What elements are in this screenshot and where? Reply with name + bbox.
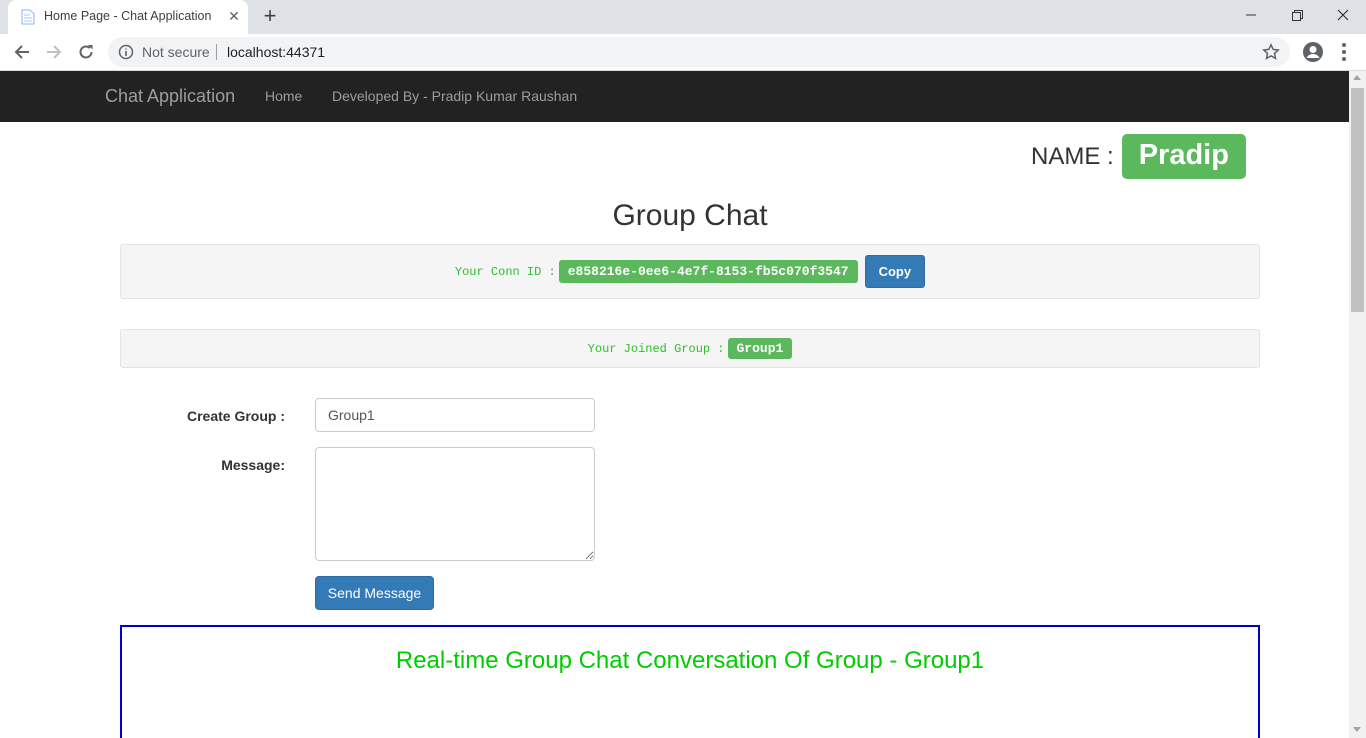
- profile-icon[interactable]: [1302, 41, 1324, 63]
- close-window-icon[interactable]: [1320, 0, 1366, 30]
- reload-icon[interactable]: [74, 40, 98, 64]
- message-label: Message:: [221, 457, 285, 473]
- user-name-badge: Pradip: [1121, 134, 1246, 179]
- minimize-icon[interactable]: [1228, 0, 1274, 30]
- user-name-row: NAME : Pradip: [1031, 133, 1246, 180]
- back-arrow-icon[interactable]: [10, 40, 34, 64]
- url-text[interactable]: localhost:44371: [227, 44, 325, 60]
- page-title: Group Chat: [612, 199, 768, 232]
- nav-link-developer[interactable]: Developed By - Pradip Kumar Raushan: [332, 88, 577, 104]
- browser-tab[interactable]: Home Page - Chat Application ✕: [8, 0, 248, 34]
- page-viewport: Chat Application Home Developed By - Pra…: [0, 71, 1349, 738]
- forward-arrow-icon[interactable]: [42, 40, 66, 64]
- joined-group-panel: Your Joined Group : Group1: [120, 329, 1260, 368]
- send-message-button[interactable]: Send Message: [315, 576, 434, 610]
- name-label: NAME :: [1031, 142, 1114, 170]
- nav-link-home[interactable]: Home: [265, 88, 302, 104]
- navbar: Chat Application Home Developed By - Pra…: [0, 71, 1349, 122]
- conversation-panel: Real-time Group Chat Conversation Of Gro…: [120, 625, 1260, 738]
- close-tab-icon[interactable]: ✕: [226, 8, 242, 24]
- restore-icon[interactable]: [1274, 0, 1320, 30]
- scrollbar-thumb[interactable]: [1351, 88, 1364, 312]
- page-icon: [21, 9, 35, 25]
- new-tab-icon[interactable]: +: [258, 5, 282, 29]
- create-group-label: Create Group :: [186, 408, 285, 424]
- tab-title: Home Page - Chat Application: [44, 9, 212, 23]
- connection-id-panel: Your Conn ID : e858216e-0ee6-4e7f-8153-f…: [120, 244, 1260, 299]
- browser-tabstrip: Home Page - Chat Application ✕ +: [0, 0, 1366, 34]
- scroll-down-arrow-icon[interactable]: [1353, 727, 1361, 732]
- security-label: Not secure: [142, 44, 210, 60]
- joined-group-label: Your Joined Group :: [587, 341, 725, 356]
- message-textarea[interactable]: [315, 447, 595, 561]
- connection-id-label: Your Conn ID :: [454, 264, 556, 279]
- create-group-input[interactable]: [315, 398, 595, 432]
- omnibox-divider: [216, 44, 217, 60]
- browser-menu-icon[interactable]: [1334, 42, 1354, 62]
- conversation-title: Real-time Group Chat Conversation Of Gro…: [395, 647, 985, 674]
- info-icon[interactable]: [118, 44, 134, 60]
- page-scrollbar[interactable]: [1349, 71, 1366, 738]
- address-bar[interactable]: Not secure localhost:44371: [108, 37, 1290, 67]
- bookmark-star-icon[interactable]: [1262, 43, 1280, 61]
- scroll-up-arrow-icon[interactable]: [1353, 75, 1361, 80]
- copy-button[interactable]: Copy: [864, 255, 926, 288]
- browser-toolbar: Not secure localhost:44371: [0, 34, 1366, 71]
- navbar-brand[interactable]: Chat Application: [105, 86, 235, 107]
- joined-group-badge: Group1: [727, 338, 793, 359]
- connection-id-badge: e858216e-0ee6-4e7f-8153-fb5c070f3547: [558, 260, 858, 283]
